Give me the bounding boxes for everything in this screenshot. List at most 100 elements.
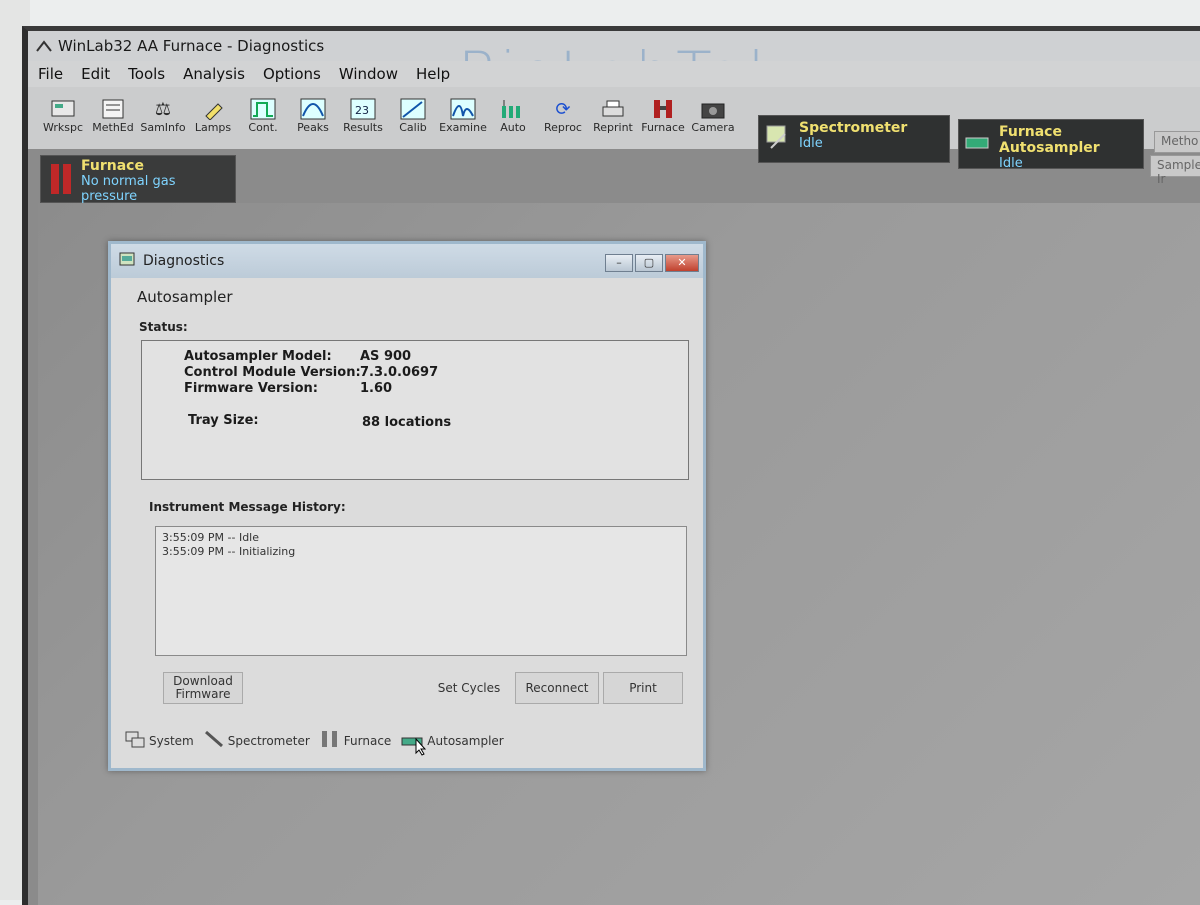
toolbar-button-results[interactable]: 23 Results xyxy=(338,87,388,134)
set-cycles-button[interactable]: Set Cycles xyxy=(429,672,509,704)
minimize-button[interactable]: – xyxy=(605,254,633,272)
winlab-app-icon xyxy=(36,39,52,53)
diagnostics-icon xyxy=(119,252,135,270)
app-title: WinLab32 AA Furnace - Diagnostics xyxy=(58,37,325,55)
spectrometer-title: Spectrometer xyxy=(799,120,908,136)
spectrometer-status-panel[interactable]: Spectrometer Idle xyxy=(758,115,950,163)
workspace-icon xyxy=(49,97,77,121)
toolbar-label: MethEd xyxy=(92,121,134,134)
toolbar-button-lamps[interactable]: Lamps xyxy=(188,87,238,134)
mouse-cursor-icon xyxy=(415,737,427,756)
tab-label: Furnace xyxy=(343,733,392,748)
calibration-icon xyxy=(399,97,427,121)
furnace-alert-icon xyxy=(49,162,75,194)
toolbar-button-auto[interactable]: Auto xyxy=(488,87,538,134)
spectrometer-tab-icon xyxy=(204,730,224,751)
toolbar-button-wrkspc[interactable]: Wrkspc xyxy=(38,87,88,134)
tab-furnace[interactable]: Furnace xyxy=(320,730,392,751)
autosampler-tray-icon xyxy=(965,128,991,158)
toolbar-button-peaks[interactable]: Peaks xyxy=(288,87,338,134)
toolbar-button-cont[interactable]: Cont. xyxy=(238,87,288,134)
furnace-status-message: No normal gas pressure xyxy=(81,174,176,204)
spectrometer-status: Idle xyxy=(799,136,823,151)
tab-label: Spectrometer xyxy=(227,733,310,748)
autosampler-model-value: AS 900 xyxy=(360,349,412,364)
autosampler-icon xyxy=(499,97,527,121)
furnace-icon xyxy=(649,97,677,121)
tab-label: Autosampler xyxy=(427,733,504,748)
method-tab[interactable]: Metho xyxy=(1154,131,1200,153)
close-button[interactable]: ✕ xyxy=(665,254,699,272)
tab-system[interactable]: System xyxy=(125,730,194,751)
balance-icon: ⚖ xyxy=(154,98,172,120)
sample-info-tab[interactable]: Sample Ir xyxy=(1150,155,1200,186)
toolbar-button-reproc[interactable]: ⟳ Reproc xyxy=(538,87,588,135)
toolbar-button-calib[interactable]: Calib xyxy=(388,87,438,134)
message-history-list[interactable]: 3:55:09 PM -- Idle 3:55:09 PM -- Initial… xyxy=(155,526,687,656)
peaks-icon xyxy=(299,97,327,121)
furnace-tab-icon xyxy=(320,730,340,751)
history-entry: 3:55:09 PM -- Idle xyxy=(162,531,260,544)
toolbar-label: Camera xyxy=(691,121,735,134)
menu-window[interactable]: Window xyxy=(337,65,400,83)
diagnostics-tabs: System Spectrometer Furnace Autosampler xyxy=(125,730,504,751)
download-firmware-button[interactable]: Download Firmware xyxy=(163,672,243,704)
toolbar-label: Wrkspc xyxy=(42,121,84,134)
toolbar-label: Lamps xyxy=(194,121,232,134)
firmware-version-value: 1.60 xyxy=(360,381,393,396)
message-history-label: Instrument Message History: xyxy=(149,500,346,514)
print-button[interactable]: Print xyxy=(603,672,683,704)
toolbar-button-reprint[interactable]: Reprint xyxy=(588,87,638,134)
furnace-status-panel[interactable]: Furnace No normal gas pressure xyxy=(40,155,236,204)
method-editor-icon xyxy=(99,97,127,121)
control-module-version-label: Control Module Version: xyxy=(184,365,361,380)
toolbar-button-camera[interactable]: Camera xyxy=(688,87,738,134)
control-module-version-value: 7.3.0.0697 xyxy=(360,365,439,380)
toolbar-label: Peaks xyxy=(297,121,329,134)
menu-analysis[interactable]: Analysis xyxy=(181,65,247,83)
furnace-autosampler-title: Furnace Autosampler xyxy=(999,124,1100,156)
toolbar-button-furnace[interactable]: Furnace xyxy=(638,87,688,134)
screen: WinLab32 AA Furnace - Diagnostics BioLab… xyxy=(22,26,1200,905)
results-icon: 23 xyxy=(349,97,377,121)
maximize-button[interactable]: ▢ xyxy=(635,254,663,272)
lamp-icon xyxy=(199,97,227,121)
status-label: Status: xyxy=(139,320,188,334)
tray-size-label: Tray Size: xyxy=(188,413,259,428)
tray-size-value: 88 locations xyxy=(362,415,452,430)
reprocess-icon: ⟳ xyxy=(555,98,571,120)
menu-tools[interactable]: Tools xyxy=(126,65,167,83)
toolbar-label: Auto xyxy=(500,121,526,134)
status-box: Autosampler Model: AS 900 Control Module… xyxy=(141,340,689,480)
firmware-version-label: Firmware Version: xyxy=(184,381,318,396)
toolbar-label: Calib xyxy=(399,121,427,134)
menu-help[interactable]: Help xyxy=(414,65,452,83)
toolbar-button-examine[interactable]: Examine xyxy=(438,87,488,134)
furnace-title: Furnace xyxy=(81,158,144,174)
tab-label: System xyxy=(149,733,194,748)
autosampler-model-label: Autosampler Model: xyxy=(184,349,332,364)
toolbar-label: Cont. xyxy=(248,121,278,134)
toolbar-label: SamInfo xyxy=(140,121,186,134)
menu-options[interactable]: Options xyxy=(261,65,323,83)
furnace-autosampler-status: Idle xyxy=(999,156,1023,171)
toolbar-label: Reprint xyxy=(593,121,633,134)
toolbar-label: Furnace xyxy=(641,121,685,134)
toolbar-button-methed[interactable]: MethEd xyxy=(88,87,138,134)
system-icon xyxy=(125,730,145,751)
menu-file[interactable]: File xyxy=(36,65,65,83)
toolbar-label: Examine xyxy=(439,121,487,134)
toolbar-button-saminfo[interactable]: ⚖ SamInfo xyxy=(138,87,188,135)
printer-icon xyxy=(599,97,627,121)
reconnect-button[interactable]: Reconnect xyxy=(515,672,599,704)
toolbar-label: Reproc xyxy=(544,121,582,134)
dialog-title: Diagnostics xyxy=(143,253,225,269)
tab-spectrometer[interactable]: Spectrometer xyxy=(204,730,310,751)
toolbar-label: Results xyxy=(343,121,383,134)
furnace-autosampler-status-panel[interactable]: Furnace Autosampler Idle xyxy=(958,119,1144,171)
examine-icon xyxy=(449,97,477,121)
continuous-graph-icon xyxy=(249,97,277,121)
history-entry: 3:55:09 PM -- Initializing xyxy=(162,545,296,558)
menu-edit[interactable]: Edit xyxy=(79,65,112,83)
diagnostics-dialog: Diagnostics – ▢ ✕ Autosampler Status: Au… xyxy=(108,241,706,771)
